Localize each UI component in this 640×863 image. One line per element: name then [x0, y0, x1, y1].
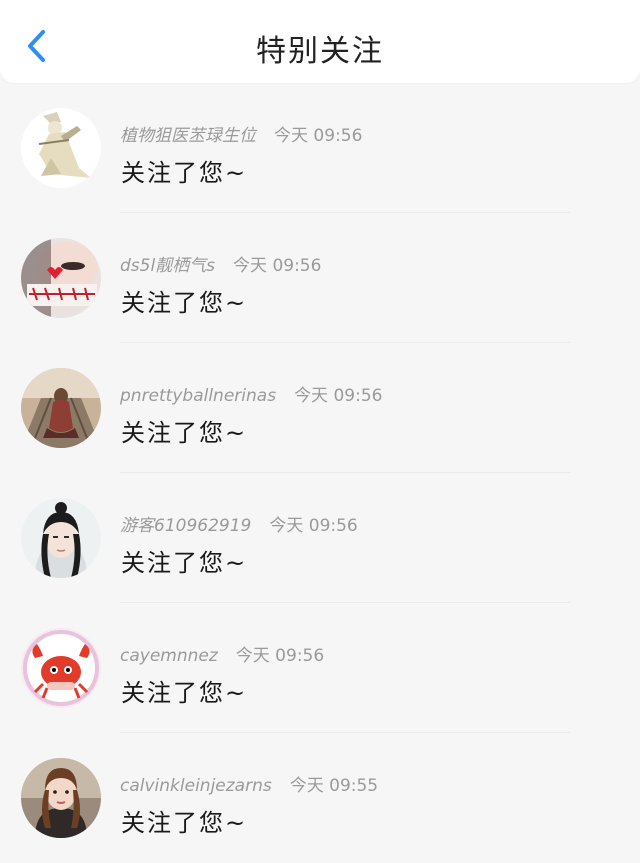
item-meta: cayemnnez 今天 09:56	[120, 641, 324, 666]
message-text: 关注了您~	[121, 289, 248, 317]
timestamp: 今天 09:56	[294, 386, 383, 406]
username[interactable]: 植物狙医苤琭生位	[120, 126, 256, 146]
message-text: 关注了您~	[121, 549, 248, 577]
list-item[interactable]: pnrettyballnerinas 今天 09:56 关注了您~	[0, 343, 640, 473]
list-item[interactable]: 游客610962919 今天 09:56 关注了您~	[0, 473, 640, 603]
list-item[interactable]: 植物狙医苤琭生位 今天 09:56 关注了您~	[0, 83, 640, 213]
page-title: 特别关注	[256, 34, 384, 69]
item-meta: ds5l靓栖气s 今天 09:56	[120, 251, 321, 276]
username[interactable]: cayemnnez	[120, 646, 218, 666]
message-text: 关注了您~	[121, 159, 248, 187]
item-meta: pnrettyballnerinas 今天 09:56	[120, 381, 382, 406]
avatar[interactable]	[21, 498, 101, 578]
username[interactable]: pnrettyballnerinas	[120, 386, 276, 406]
username[interactable]: calvinkleinjezarns	[120, 776, 272, 796]
avatar[interactable]	[21, 108, 101, 188]
timestamp: 今天 09:56	[235, 646, 325, 666]
timestamp: 今天 09:56	[233, 256, 322, 276]
list-item[interactable]: calvinkleinjezarns 今天 09:55 关注了您~	[0, 733, 640, 863]
avatar[interactable]	[21, 238, 101, 318]
list-item[interactable]: cayemnnez 今天 09:56 关注了您~	[0, 603, 640, 733]
message-text: 关注了您~	[121, 419, 248, 447]
timestamp: 今天 09:56	[269, 516, 358, 536]
avatar[interactable]	[21, 758, 101, 838]
message-text: 关注了您~	[121, 809, 248, 837]
item-meta: 游客610962919 今天 09:56	[120, 511, 358, 536]
timestamp: 今天 09:55	[289, 776, 379, 796]
username[interactable]: ds5l靓栖气s	[120, 256, 215, 276]
item-meta: 植物狙医苤琭生位 今天 09:56	[120, 121, 362, 146]
avatar[interactable]	[21, 628, 101, 708]
top-bar: 特别关注	[0, 0, 640, 83]
notification-list: 植物狙医苤琭生位 今天 09:56 关注了您~ ds5l靓栖气s 今天 09:56 …	[0, 83, 640, 863]
message-text: 关注了您~	[121, 679, 248, 707]
list-item[interactable]: ds5l靓栖气s 今天 09:56 关注了您~	[0, 213, 640, 343]
timestamp: 今天 09:56	[274, 126, 363, 146]
item-meta: calvinkleinjezarns 今天 09:55	[120, 771, 378, 796]
avatar[interactable]	[21, 368, 101, 448]
username[interactable]: 游客610962919	[120, 516, 251, 536]
